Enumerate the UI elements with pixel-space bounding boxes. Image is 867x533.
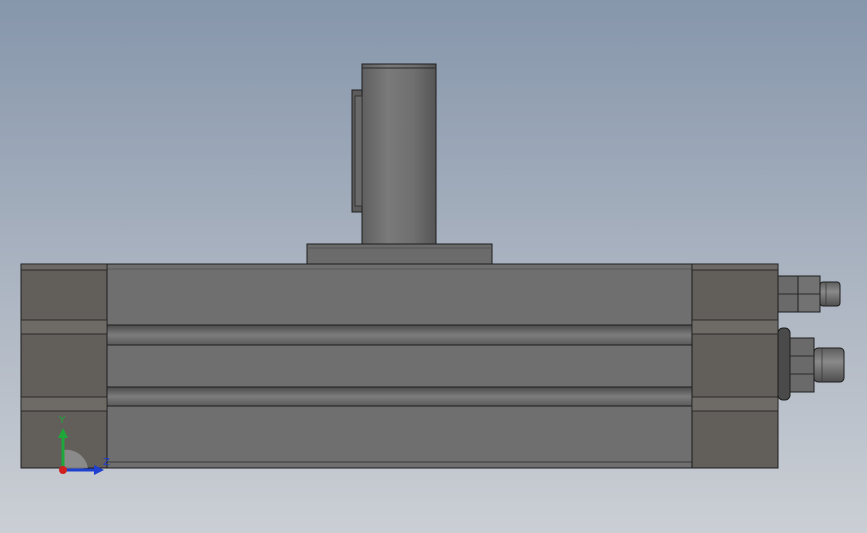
- graphics-viewport[interactable]: Y Z: [0, 0, 867, 533]
- origin-point: [59, 466, 67, 474]
- right-end-cap[interactable]: [691, 263, 779, 469]
- output-shaft[interactable]: [361, 63, 437, 245]
- lower-air-fitting[interactable]: [777, 327, 845, 401]
- upper-air-fitting[interactable]: [777, 275, 841, 313]
- upper-groove: [106, 324, 693, 346]
- shaft-flange[interactable]: [306, 243, 493, 265]
- z-axis-label: Z: [103, 457, 110, 468]
- actuator-body[interactable]: [106, 263, 693, 469]
- cad-model[interactable]: [0, 0, 867, 533]
- y-axis-label: Y: [59, 415, 66, 426]
- lower-groove: [106, 386, 693, 407]
- shaft-key[interactable]: [351, 89, 363, 213]
